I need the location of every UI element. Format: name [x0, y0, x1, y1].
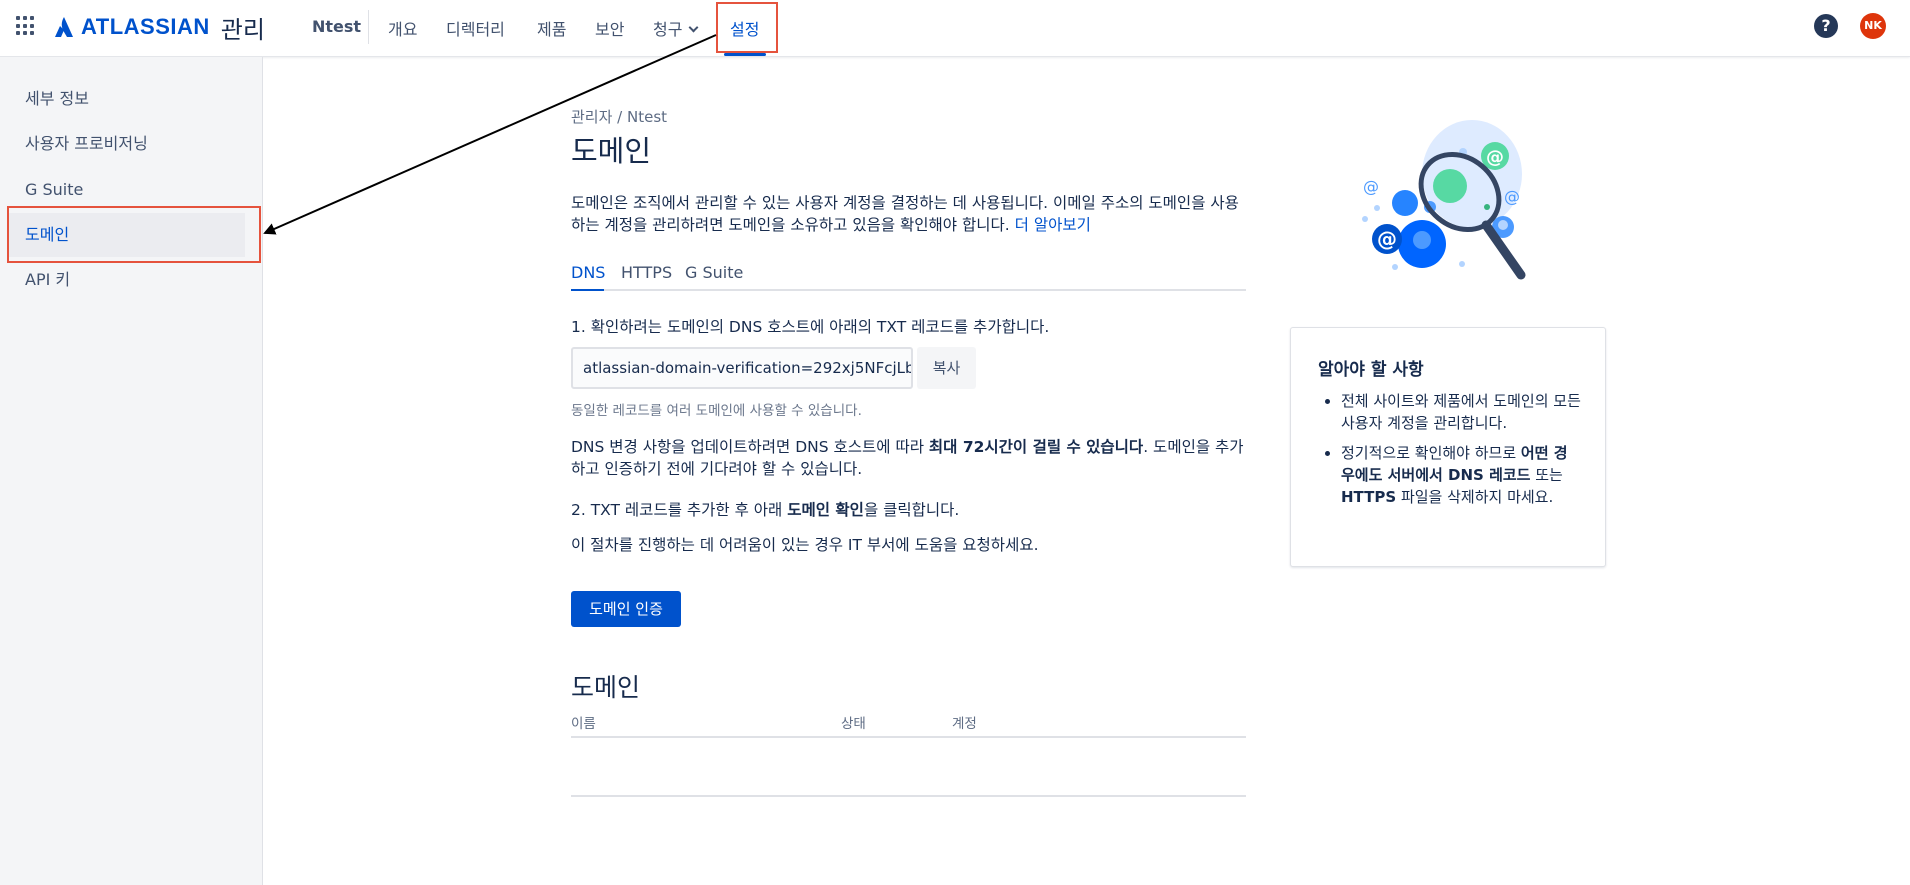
- annotation-box-settings: [716, 2, 778, 53]
- verification-tabs: DNS HTTPS G Suite: [571, 263, 1246, 291]
- dns-text-bold: 최대 72시간이 걸릴 수 있습니다: [928, 438, 1144, 456]
- logo-text: ATLASSIAN: [81, 14, 210, 39]
- panel-title: 알아야 할 사항: [1318, 360, 1424, 380]
- txt-record-field[interactable]: atlassian-domain-verification=292xj5NFcj…: [571, 347, 913, 389]
- panel-list: 전체 사이트와 제품에서 도메인의 모든 사용자 계정을 관리합니다. 정기적으…: [1341, 390, 1581, 516]
- svg-text:@: @: [1363, 177, 1379, 196]
- tab-active-indicator: [571, 289, 604, 291]
- domain-search-illustration: @ @ @ @: [1362, 120, 1526, 280]
- nav-billing[interactable]: 청구: [653, 16, 699, 40]
- nav-divider: [368, 10, 369, 44]
- svg-text:@: @: [1377, 227, 1397, 251]
- description-text: 도메인은 조직에서 관리할 수 있는 사용자 계정을 결정하는 데 사용됩니다.…: [571, 194, 1239, 234]
- app-switcher-icon[interactable]: [16, 16, 36, 36]
- chevron-down-icon: [689, 22, 699, 33]
- domains-table-header: 이름 상태 계정: [571, 712, 1246, 738]
- sidebar-item-details[interactable]: 세부 정보: [8, 77, 245, 121]
- tab-gsuite[interactable]: G Suite: [685, 263, 743, 282]
- nav-active-indicator: [724, 53, 766, 56]
- step2-post: 을 클릭합니다.: [863, 501, 960, 519]
- copy-button[interactable]: 복사: [917, 347, 976, 389]
- nav-overview[interactable]: 개요: [388, 16, 417, 40]
- svg-text:@: @: [1504, 187, 1520, 206]
- top-navigation: ATLASSIAN 관리 Ntest 개요 디렉터리 제품 보안 청구 설정 ?…: [0, 0, 1910, 57]
- page-description: 도메인은 조직에서 관리할 수 있는 사용자 계정을 결정하는 데 사용됩니다.…: [571, 192, 1246, 236]
- record-helper-text: 동일한 레코드를 여러 도메인에 사용할 수 있습니다.: [571, 403, 862, 419]
- page-title: 도메인: [571, 134, 652, 168]
- column-accounts[interactable]: 계정: [952, 712, 977, 732]
- step-1-text: 1. 확인하려는 도메인의 DNS 호스트에 아래의 TXT 레코드를 추가합니…: [571, 318, 1050, 336]
- dns-text-pre: DNS 변경 사항을 업데이트하려면 DNS 호스트에 따라: [571, 438, 929, 456]
- svg-text:@: @: [1486, 147, 1504, 168]
- help-icon[interactable]: ?: [1814, 14, 1838, 38]
- nav-products[interactable]: 제품: [537, 16, 566, 40]
- learn-more-link[interactable]: 더 알아보기: [1015, 216, 1091, 234]
- verify-domain-button[interactable]: 도메인 인증: [571, 591, 681, 627]
- info-panel: 알아야 할 사항 전체 사이트와 제품에서 도메인의 모든 사용자 계정을 관리…: [1290, 327, 1606, 567]
- nav-security[interactable]: 보안: [595, 16, 624, 40]
- column-name[interactable]: 이름: [571, 712, 596, 732]
- tab-dns[interactable]: DNS: [571, 263, 605, 282]
- domains-heading: 도메인: [571, 673, 641, 702]
- annotation-box-domains: [7, 206, 261, 263]
- nav-billing-label: 청구: [653, 20, 683, 39]
- help-request-text: 이 절차를 진행하는 데 어려움이 있는 경우 IT 부서에 도움을 요청하세요…: [571, 536, 1039, 554]
- panel-item: 전체 사이트와 제품에서 도메인의 모든 사용자 계정을 관리합니다.: [1341, 390, 1581, 434]
- atlassian-logo[interactable]: ATLASSIAN 관리: [54, 13, 265, 44]
- atlassian-logo-icon: [55, 17, 73, 37]
- dns-propagation-text: DNS 변경 사항을 업데이트하려면 DNS 호스트에 따라 최대 72시간이 …: [571, 436, 1246, 480]
- panel-item2-bold2: HTTPS: [1341, 488, 1397, 506]
- step-2-text: 2. TXT 레코드를 추가한 후 아래 도메인 확인을 클릭합니다.: [571, 498, 959, 520]
- panel-item2-mid: 또는: [1530, 466, 1563, 484]
- sidebar: 세부 정보 사용자 프로비저닝 G Suite 도메인 API 키: [0, 57, 263, 885]
- step2-bold: 도메인 확인: [787, 501, 864, 519]
- panel-item2-pre: 정기적으로 확인해야 하므로: [1341, 444, 1521, 462]
- nav-org-name[interactable]: Ntest: [312, 17, 361, 36]
- tab-https[interactable]: HTTPS: [621, 263, 672, 282]
- nav-directory[interactable]: 디렉터리: [446, 16, 505, 40]
- logo-subtitle: 관리: [220, 15, 265, 44]
- sidebar-item-api-keys[interactable]: API 키: [8, 258, 245, 302]
- panel-item: 정기적으로 확인해야 하므로 어떤 경우에도 서버에서 DNS 레코드 또는 H…: [1341, 442, 1581, 508]
- step2-pre: 2. TXT 레코드를 추가한 후 아래: [571, 501, 788, 519]
- avatar[interactable]: NK: [1860, 13, 1886, 39]
- domains-table-bottom: [571, 795, 1246, 797]
- column-status[interactable]: 상태: [841, 712, 866, 732]
- panel-item2-post: 파일을 삭제하지 마세요.: [1396, 488, 1554, 506]
- sidebar-item-user-provisioning[interactable]: 사용자 프로비저닝: [8, 122, 245, 166]
- breadcrumb[interactable]: 관리자 / Ntest: [571, 106, 667, 127]
